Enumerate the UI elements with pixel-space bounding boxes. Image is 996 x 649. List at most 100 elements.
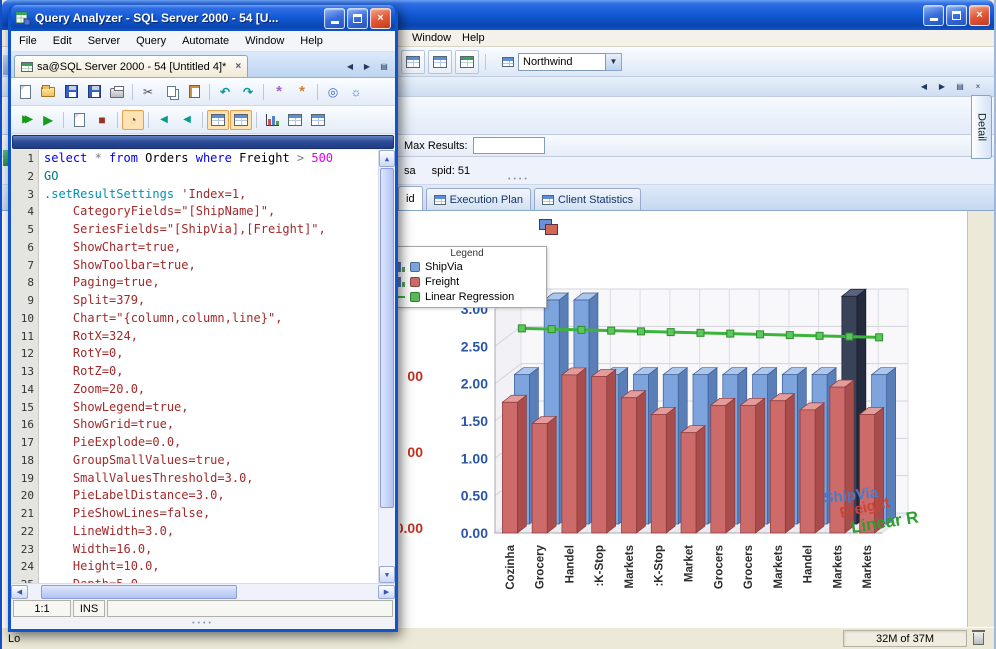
maximize-button[interactable] [347, 7, 368, 29]
tab-scroll-right-icon[interactable]: ▶ [359, 59, 375, 74]
gear-icon[interactable]: ☼ [345, 82, 367, 102]
max-results-input[interactable] [472, 137, 545, 154]
tab-close-icon[interactable]: × [970, 79, 986, 94]
history-icon[interactable]: ◔ [122, 109, 144, 130]
code-line[interactable]: Chart="{column,column,line}", [44, 310, 395, 328]
code-line[interactable]: PieShowLines=false, [44, 505, 395, 523]
menu-server[interactable]: Server [80, 34, 128, 48]
tab-list-icon[interactable]: ▤ [376, 59, 392, 74]
vertical-scrollbar[interactable]: ▲ ▼ [378, 150, 395, 583]
chevron-down-icon[interactable]: ▼ [606, 52, 622, 71]
window-grip[interactable]: •••• [11, 618, 395, 629]
menu-query[interactable]: Query [128, 34, 174, 48]
results-file-icon[interactable] [455, 49, 479, 74]
paste-icon[interactable] [183, 82, 205, 102]
ff-icon[interactable]: ▶▶ [14, 110, 36, 130]
menu-edit[interactable]: Edit [45, 34, 80, 48]
scroll-down-icon[interactable]: ▼ [379, 566, 395, 583]
scope-icon[interactable]: ◎ [322, 82, 344, 102]
results-tab-client-statistics[interactable]: Client Statistics [533, 188, 642, 210]
scroll-up-icon[interactable]: ▲ [379, 150, 395, 167]
grid-plus-icon[interactable] [284, 110, 306, 130]
save2-icon[interactable] [83, 82, 105, 102]
undo-icon[interactable]: ↶ [214, 82, 236, 102]
bg-maximize-button[interactable] [946, 4, 967, 26]
code-line[interactable]: Height=10.0, [44, 558, 395, 576]
code-line[interactable]: GroupSmallValues=true, [44, 452, 395, 470]
results-tab-execution-plan[interactable]: Execution Plan [425, 188, 531, 210]
tab-close-icon[interactable]: × [235, 61, 241, 72]
code-line[interactable]: ShowChart=true, [44, 239, 395, 257]
scroll-left-icon[interactable]: ◀ [11, 584, 28, 599]
code-line[interactable]: select * from Orders where Freight > 500 [44, 150, 395, 168]
code-line[interactable]: GO [44, 168, 395, 186]
code-line[interactable]: RotX=324, [44, 328, 395, 346]
back2-icon[interactable]: ◀ [176, 110, 198, 130]
vertical-scroll-thumb[interactable] [380, 168, 394, 508]
code-line[interactable]: PieLabelDistance=3.0, [44, 487, 395, 505]
minimize-button[interactable] [324, 7, 345, 29]
cut-icon[interactable]: ✂ [137, 82, 159, 102]
code-line[interactable]: ShowGrid=true, [44, 416, 395, 434]
horizontal-scrollbar[interactable]: ◀ ▶ [11, 583, 395, 599]
sheet-icon[interactable] [307, 110, 329, 130]
database-combo-value[interactable]: Northwind [518, 52, 606, 71]
results-grid-icon[interactable] [401, 49, 425, 74]
bg-minimize-button[interactable] [923, 4, 944, 26]
horizontal-scroll-thumb[interactable] [41, 584, 237, 599]
tab-list-icon[interactable]: ▤ [952, 79, 968, 94]
tab-scroll-left-icon[interactable]: ◀ [916, 79, 932, 94]
menu-file[interactable]: File [11, 34, 45, 48]
back-icon[interactable]: ◀ [153, 110, 175, 130]
chart-icon[interactable] [261, 110, 283, 130]
bg-close-button[interactable]: × [969, 4, 990, 26]
database-combo[interactable]: Northwind ▼ [502, 52, 622, 71]
play-icon[interactable]: ▶ [37, 110, 59, 130]
code-line[interactable]: CategoryFields="[ShipName]", [44, 203, 395, 221]
code-line[interactable]: SeriesFields="[ShipVia],[Freight]", [44, 221, 395, 239]
code-line[interactable]: Width=16.0, [44, 541, 395, 559]
scroll-right-icon[interactable]: ▶ [378, 584, 395, 599]
redo-icon[interactable]: ↷ [237, 82, 259, 102]
save-icon[interactable] [60, 82, 82, 102]
code-line[interactable]: RotZ=0, [44, 363, 395, 381]
document-tab[interactable]: sa@SQL Server 2000 - 54 [Untitled 4]* × [14, 55, 249, 77]
tab-scroll-right-icon[interactable]: ▶ [934, 79, 950, 94]
menu-automate[interactable]: Automate [174, 34, 237, 48]
sql-editor[interactable]: 1234567891011121314151617181920212223242… [11, 150, 395, 583]
code-line[interactable]: Split=379, [44, 292, 395, 310]
menu-window[interactable]: Window [237, 34, 292, 48]
code-line[interactable]: ShowToolbar=true, [44, 257, 395, 275]
page-play-icon[interactable] [68, 110, 90, 130]
stop-icon[interactable]: ■ [91, 110, 113, 130]
bg-menu-help[interactable]: Help [454, 31, 493, 45]
chart-properties-icon[interactable] [539, 219, 558, 235]
print-icon[interactable] [106, 82, 128, 102]
trash-icon[interactable] [972, 629, 985, 645]
code-line[interactable]: PieExplode=0.0, [44, 434, 395, 452]
results-tab-id[interactable]: id [398, 186, 423, 210]
grid2-on-icon[interactable] [230, 109, 252, 130]
results-text-icon[interactable] [428, 49, 452, 74]
code-line[interactable]: RotY=0, [44, 345, 395, 363]
open-icon[interactable] [37, 82, 59, 102]
code-line[interactable]: .setResultSettings 'Index=1, [44, 186, 395, 204]
tab-scroll-left-icon[interactable]: ◀ [342, 59, 358, 74]
results-splitter-bar[interactable] [12, 135, 394, 149]
code-line[interactable]: ShowLegend=true, [44, 399, 395, 417]
wand-icon[interactable]: * [268, 82, 290, 102]
code-line[interactable]: SmallValuesThreshold=3.0, [44, 470, 395, 488]
code-line[interactable]: Zoom=20.0, [44, 381, 395, 399]
copy-icon[interactable] [160, 82, 182, 102]
code-line[interactable]: Paging=true, [44, 274, 395, 292]
close-button[interactable]: × [370, 7, 391, 29]
code-area[interactable]: select * from Orders where Freight > 500… [39, 150, 395, 583]
code-line[interactable]: Depth=5.0 [44, 576, 395, 583]
menu-help[interactable]: Help [292, 34, 331, 48]
sparkle-icon[interactable]: * [291, 82, 313, 102]
bg-menu-window[interactable]: Window [404, 31, 459, 45]
splitter-grip[interactable]: •••• [508, 176, 530, 183]
window-titlebar[interactable]: Query Analyzer - SQL Server 2000 - 54 [U… [11, 5, 395, 31]
detail-side-tab[interactable]: Detail [971, 95, 992, 159]
new-icon[interactable] [14, 82, 36, 102]
